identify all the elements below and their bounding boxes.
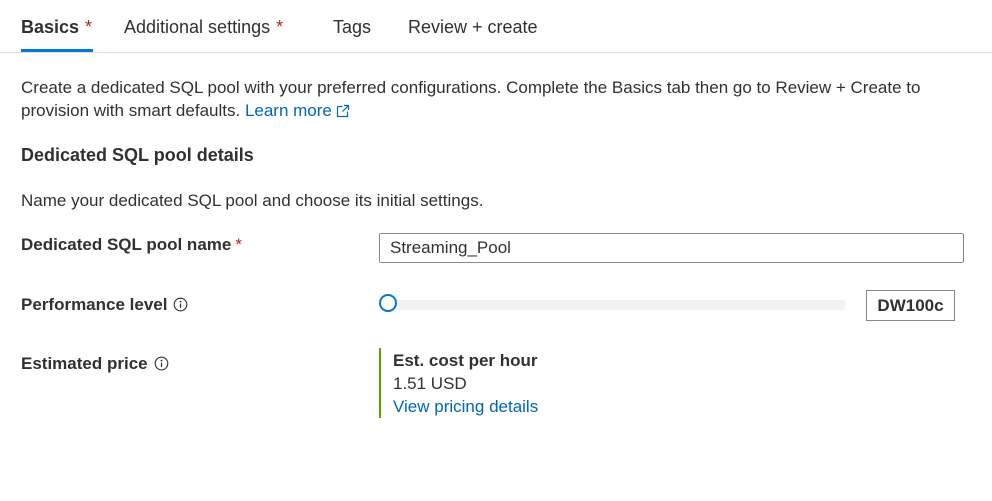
- price-value: 1.51 USD: [393, 374, 467, 393]
- info-icon[interactable]: [173, 297, 188, 317]
- performance-level-label: Performance level: [21, 295, 188, 317]
- tab-additional-settings[interactable]: Additional settings *: [124, 17, 283, 38]
- performance-level-label-text: Performance level: [21, 295, 168, 314]
- price-title: Est. cost per hour: [393, 351, 538, 370]
- info-icon[interactable]: [154, 356, 169, 376]
- required-marker: *: [276, 17, 284, 37]
- tab-additional-settings-label: Additional settings: [124, 17, 271, 37]
- section-title: Dedicated SQL pool details: [21, 145, 254, 165]
- learn-more-link[interactable]: Learn more: [245, 101, 350, 120]
- performance-level-value[interactable]: DW100c: [866, 290, 955, 321]
- pool-name-input[interactable]: [379, 233, 964, 263]
- tab-basics[interactable]: Basics *: [21, 17, 92, 38]
- tab-basics-label: Basics: [21, 17, 80, 37]
- section-description: Name your dedicated SQL pool and choose …: [21, 191, 484, 210]
- required-marker: *: [85, 17, 93, 37]
- active-tab-indicator: [21, 49, 93, 52]
- required-marker: *: [235, 235, 242, 254]
- pool-name-label-text: Dedicated SQL pool name: [21, 235, 232, 254]
- performance-slider-track[interactable]: [390, 300, 845, 310]
- pool-name-label: Dedicated SQL pool name *: [21, 235, 242, 255]
- tab-review-create-label: Review + create: [408, 17, 538, 37]
- external-link-icon: [336, 101, 350, 124]
- estimated-price-label: Estimated price: [21, 354, 169, 376]
- estimated-price-label-text: Estimated price: [21, 354, 148, 373]
- tab-tags-label: Tags: [333, 17, 372, 37]
- tab-bar: Basics * Additional settings * Tags Review…: [0, 0, 992, 53]
- view-pricing-details-link[interactable]: View pricing details: [393, 395, 538, 418]
- performance-slider-thumb[interactable]: [379, 294, 397, 312]
- tab-review-create[interactable]: Review + create: [408, 17, 538, 38]
- learn-more-label: Learn more: [244, 101, 332, 120]
- tab-tags[interactable]: Tags: [333, 17, 371, 38]
- intro-text: Create a dedicated SQL pool with your pr…: [21, 76, 961, 124]
- price-summary: Est. cost per hour 1.51 USD View pricing…: [379, 348, 538, 418]
- intro-description: Create a dedicated SQL pool with your pr…: [21, 78, 921, 120]
